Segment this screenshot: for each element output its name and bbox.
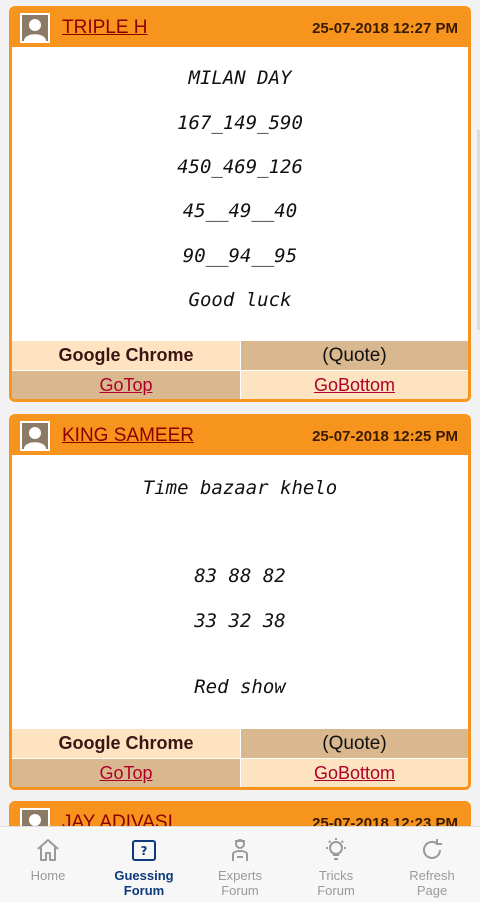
username-link[interactable]: KING SAMEER (62, 425, 312, 447)
post-line: 45__49__40 (182, 200, 298, 222)
browser-label: Google Chrome (12, 341, 240, 370)
post-line: Good luck (188, 289, 292, 311)
post-timestamp: 25-07-2018 12:25 PM (312, 427, 458, 445)
post-header: TRIPLE H 25-07-2018 12:27 PM (12, 9, 468, 47)
avatar (20, 808, 50, 826)
bottom-navigation: Home ? Guessing Forum Experts Forum Tricks… (0, 826, 480, 902)
bulb-icon (322, 836, 350, 864)
user-silhouette-icon (29, 814, 41, 826)
post-line: 33 32 38 (194, 610, 286, 632)
username-link[interactable]: JAY ADIVASI (62, 812, 312, 826)
quote-button[interactable]: (Quote) (240, 341, 468, 370)
nav-home[interactable]: Home (0, 827, 96, 902)
nav-label: Home (30, 868, 66, 883)
refresh-icon (418, 836, 446, 864)
username-link[interactable]: TRIPLE H (62, 17, 312, 39)
go-bottom-link[interactable]: GoBottom (240, 370, 468, 399)
post-line: 167_149_590 (177, 112, 303, 134)
browser-label: Google Chrome (12, 729, 240, 758)
post-footer: Google Chrome (Quote) GoTop GoBottom (12, 341, 468, 399)
user-silhouette-icon (24, 427, 46, 449)
expert-icon (226, 836, 254, 864)
post-line: Red show (194, 676, 286, 698)
go-bottom-link[interactable]: GoBottom (240, 758, 468, 787)
go-top-link[interactable]: GoTop (12, 370, 240, 399)
post-line: 450_469_126 (177, 156, 303, 178)
post-timestamp: 25-07-2018 12:27 PM (312, 19, 458, 37)
post-feed[interactable]: TRIPLE H 25-07-2018 12:27 PM MILAN DAY 1… (0, 0, 480, 826)
question-icon: ? (130, 836, 158, 864)
svg-text:?: ? (141, 844, 148, 858)
nav-label: Refresh Page (409, 868, 455, 898)
user-silhouette-icon (24, 19, 46, 41)
post-card: KING SAMEER 25-07-2018 12:25 PM Time baz… (9, 414, 471, 790)
nav-label: Tricks Forum (317, 868, 355, 898)
post-card: TRIPLE H 25-07-2018 12:27 PM MILAN DAY 1… (9, 6, 471, 402)
post-header: JAY ADIVASI 25-07-2018 12:23 PM (12, 804, 468, 826)
home-icon (34, 836, 62, 864)
nav-experts-forum[interactable]: Experts Forum (192, 827, 288, 902)
avatar (20, 421, 50, 451)
quote-button[interactable]: (Quote) (240, 729, 468, 758)
post-card: JAY ADIVASI 25-07-2018 12:23 PM (9, 801, 471, 826)
avatar (20, 13, 50, 43)
go-top-link[interactable]: GoTop (12, 758, 240, 787)
post-line: 83 88 82 (194, 565, 286, 587)
post-footer: Google Chrome (Quote) GoTop GoBottom (12, 729, 468, 787)
post-line: MILAN DAY (188, 67, 292, 89)
post-line: Time bazaar khelo (142, 477, 338, 499)
nav-tricks-forum[interactable]: Tricks Forum (288, 827, 384, 902)
nav-refresh-page[interactable]: Refresh Page (384, 827, 480, 902)
nav-guessing-forum[interactable]: ? Guessing Forum (96, 827, 192, 902)
nav-label: Guessing Forum (114, 868, 174, 898)
nav-label: Experts Forum (217, 868, 263, 898)
post-line: 90__94__95 (182, 245, 298, 267)
post-timestamp: 25-07-2018 12:23 PM (312, 814, 458, 827)
post-header: KING SAMEER 25-07-2018 12:25 PM (12, 417, 468, 455)
